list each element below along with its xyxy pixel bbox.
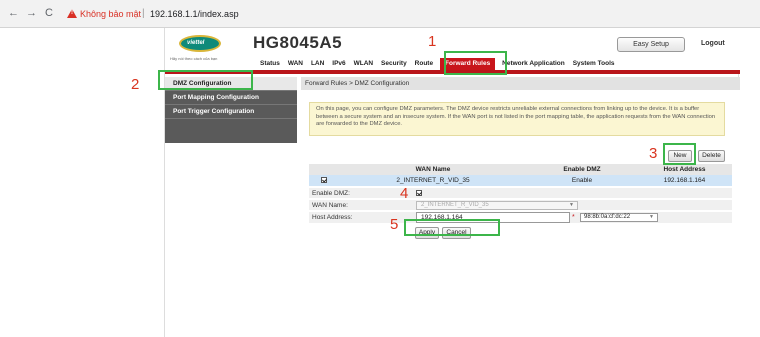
annotation-3: 3 — [649, 145, 658, 162]
enable-dmz-checkbox[interactable] — [416, 190, 422, 196]
highlight-dmz-configuration — [158, 70, 253, 90]
device-name: HG8045A5 — [253, 33, 343, 52]
dmz-table: WAN Name Enable DMZ Host Address 2_INTER… — [309, 164, 732, 186]
main-content: Forward Rules > DMZ Configuration On thi… — [301, 77, 740, 337]
menu-status[interactable]: Status — [257, 58, 283, 70]
back-icon[interactable]: ← — [8, 8, 19, 19]
logo-tagline: Hãy nói theo cách của bạn — [170, 56, 218, 61]
highlight-host-address — [404, 219, 500, 236]
forward-icon[interactable]: → — [26, 8, 37, 19]
sidebar: DMZ Configuration Port Mapping Configura… — [165, 77, 297, 337]
delete-button[interactable]: Delete — [698, 150, 725, 162]
breadcrumb: Forward Rules > DMZ Configuration — [301, 77, 740, 90]
mac-address-value: 98:8b:0a:cf:dc:22 — [584, 214, 631, 220]
row-wan-name: 2_INTERNET_R_VID_35 — [396, 177, 470, 184]
menu-system-tools[interactable]: System Tools — [570, 58, 618, 70]
viettel-logo: viettel — [179, 35, 221, 52]
menu-lan[interactable]: LAN — [308, 58, 327, 70]
address-bar[interactable]: 192.168.1.1/index.asp — [150, 9, 239, 19]
url-separator: | — [142, 8, 145, 19]
row-select[interactable] — [309, 175, 339, 186]
highlight-forward-rules — [444, 51, 507, 75]
table-header: WAN Name Enable DMZ Host Address — [309, 164, 732, 175]
annotation-5: 5 — [390, 216, 399, 233]
menu-network-application[interactable]: Network Application — [499, 58, 568, 70]
wan-name-select[interactable]: 2_INTERNET_R_VID_35 ▼ — [416, 201, 578, 210]
security-status[interactable]: Không bảo mật — [80, 9, 141, 19]
header-enable-dmz: Enable DMZ — [563, 166, 601, 173]
logout-link[interactable]: Logout — [701, 40, 725, 47]
required-mark: * — [572, 214, 575, 221]
chevron-down-icon: ▼ — [649, 214, 654, 220]
easy-setup-button[interactable]: Easy Setup — [617, 37, 685, 52]
main-menu: Status WAN LAN IPv6 WLAN Security Route … — [257, 58, 617, 70]
menu-wlan[interactable]: WLAN — [351, 58, 377, 70]
annotation-2: 2 — [131, 76, 140, 93]
header-host-address: Host Address — [663, 166, 706, 173]
sidebar-filler — [165, 119, 297, 143]
row-checkbox[interactable] — [321, 177, 327, 184]
browser-toolbar: ← → C Không bảo mật | 192.168.1.1/index.… — [0, 0, 760, 28]
table-row[interactable]: 2_INTERNET_R_VID_35 Enable 192.168.1.164 — [309, 175, 732, 186]
highlight-new-button — [663, 143, 696, 165]
sidebar-item-port-trigger[interactable]: Port Trigger Configuration — [165, 105, 297, 119]
wan-name-value: 2_INTERNET_R_VID_35 — [421, 202, 489, 208]
host-address-label: Host Address: — [312, 214, 353, 221]
menu-ipv6[interactable]: IPv6 — [329, 58, 348, 70]
warning-icon — [67, 9, 77, 18]
reload-icon[interactable]: C — [45, 8, 53, 19]
enable-dmz-row: Enable DMZ: — [309, 188, 732, 199]
sidebar-item-port-mapping[interactable]: Port Mapping Configuration — [165, 91, 297, 105]
row-enable-dmz: Enable — [571, 177, 593, 184]
menu-security[interactable]: Security — [378, 58, 410, 70]
chevron-down-icon: ▼ — [569, 202, 574, 208]
row-host-address: 192.168.1.164 — [663, 177, 706, 184]
info-box: On this page, you can configure DMZ para… — [309, 102, 725, 136]
menu-wan[interactable]: WAN — [285, 58, 306, 70]
annotation-4: 4 — [400, 185, 409, 202]
annotation-1: 1 — [428, 33, 437, 50]
mac-address-select[interactable]: 98:8b:0a:cf:dc:22 ▼ — [580, 213, 658, 222]
wan-name-row: WAN Name: 2_INTERNET_R_VID_35 ▼ — [309, 200, 732, 211]
host-address-row: Host Address: 192.168.1.164 * 98:8b:0a:c… — [309, 212, 732, 224]
logo-text: viettel — [187, 40, 205, 46]
header-wan-name: WAN Name — [415, 166, 451, 173]
enable-dmz-label: Enable DMZ: — [312, 190, 350, 197]
menu-route[interactable]: Route — [412, 58, 436, 70]
wan-name-label: WAN Name: — [312, 202, 348, 209]
